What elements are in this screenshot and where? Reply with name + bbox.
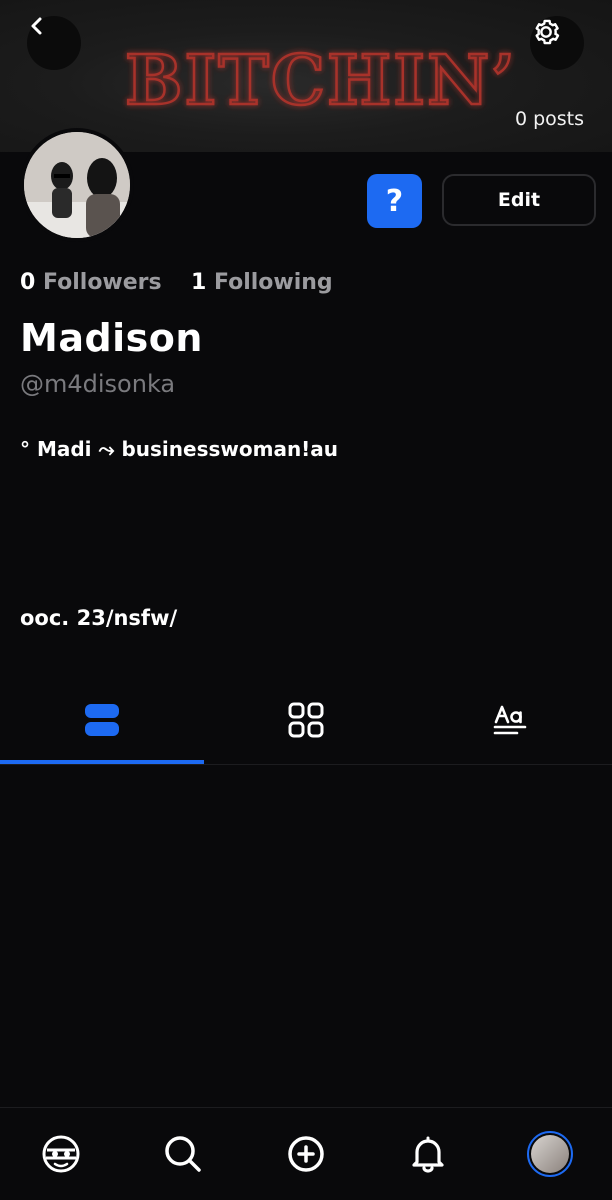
following-count: 1 [190, 270, 207, 295]
search-icon [165, 1136, 201, 1172]
help-button[interactable]: ? [367, 174, 422, 228]
followers-stat[interactable]: 0 Followers [20, 270, 169, 295]
gear-icon [535, 19, 560, 45]
avatar-image [24, 132, 130, 238]
display-name: Madison [20, 316, 203, 360]
profile-page: BITCHIN’ 0 posts ? Edit 0 Followers 1 Fo… [0, 0, 612, 1200]
followers-label: Followers [42, 270, 162, 295]
banner-title: BITCHIN’ [125, 41, 517, 121]
bottom-nav-bar [0, 1107, 612, 1200]
grid-icon [288, 702, 324, 738]
following-stat[interactable]: 1 Following [183, 270, 333, 295]
profile-avatar[interactable] [20, 128, 134, 242]
tab-text[interactable] [408, 676, 612, 764]
edit-profile-button[interactable]: Edit [442, 174, 596, 226]
bell-icon [412, 1136, 444, 1173]
nav-profile[interactable] [527, 1131, 573, 1177]
following-label: Following [213, 270, 333, 295]
back-button[interactable] [27, 16, 81, 70]
username-handle: @m4disonka [20, 370, 176, 398]
chevron-left-icon [31, 17, 42, 35]
list-icon [85, 704, 119, 736]
bio-line-2: ooc. 23/nsfw/ [20, 606, 178, 630]
settings-button[interactable] [530, 16, 584, 70]
followers-count: 0 [20, 270, 36, 295]
active-tab-indicator [0, 760, 204, 764]
plus-circle-icon [288, 1136, 324, 1172]
nav-search[interactable] [161, 1132, 205, 1176]
nav-notifications[interactable] [406, 1132, 450, 1176]
tab-posts[interactable] [0, 676, 204, 764]
follow-stats: 0 Followers 1 Following [20, 270, 333, 295]
post-count: 0 posts [514, 108, 584, 130]
nav-avatar [531, 1135, 569, 1173]
profile-tabs [0, 676, 612, 765]
bio-line-1: ° Madi ⤳ businesswoman!au [20, 437, 339, 461]
tab-grid[interactable] [204, 676, 408, 764]
nav-create[interactable] [284, 1132, 328, 1176]
home-logo-icon [42, 1135, 80, 1173]
nav-home[interactable] [39, 1132, 83, 1176]
text-format-icon [493, 705, 527, 735]
